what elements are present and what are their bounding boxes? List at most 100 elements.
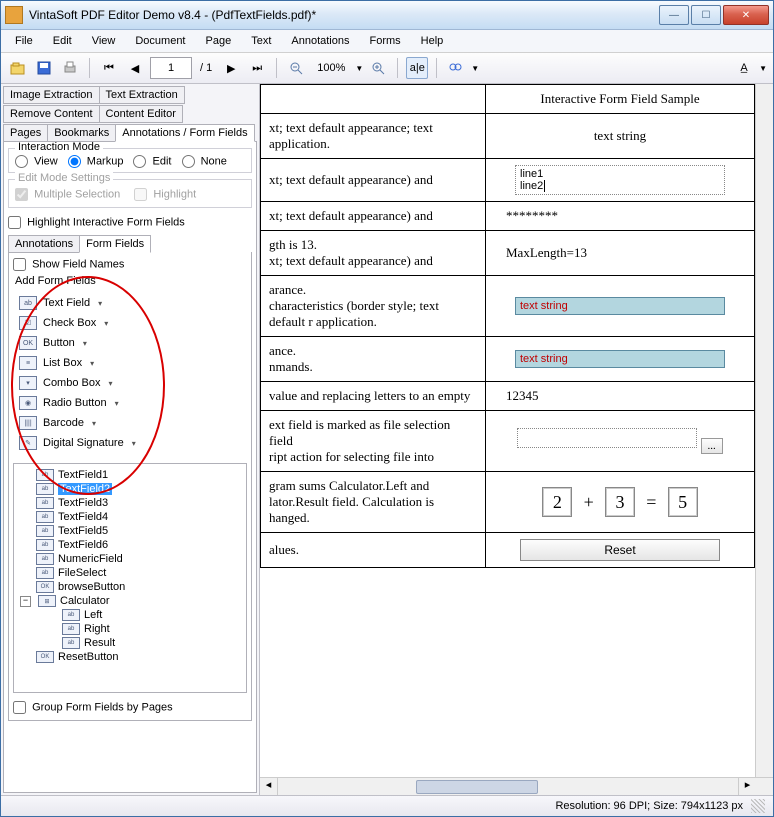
zoom-value[interactable]: 100% [311, 62, 351, 74]
ff-digital-signature[interactable]: ✎Digital Signature▾ [15, 433, 245, 453]
save-icon[interactable] [33, 57, 55, 79]
minimize-button[interactable]: — [659, 5, 689, 25]
menu-page[interactable]: Page [198, 33, 240, 49]
menu-annotations[interactable]: Annotations [283, 33, 357, 49]
tree-fileselect[interactable]: abFileSelect [16, 566, 244, 580]
chk-highlight: Highlight [134, 188, 196, 201]
prev-page-icon[interactable]: ◀ [124, 57, 146, 79]
calc-result: 5 [668, 487, 698, 517]
tree-resetbutton[interactable]: OKResetButton [16, 650, 244, 664]
calc-left[interactable]: 2 [542, 487, 572, 517]
interaction-mode-group: Interaction Mode View Markup Edit None [8, 148, 252, 173]
print-icon[interactable] [59, 57, 81, 79]
page-count: / 1 [196, 62, 216, 74]
menu-file[interactable]: File [7, 33, 41, 49]
tree-textfield3[interactable]: abTextField3 [16, 496, 244, 510]
tab-bookmarks[interactable]: Bookmarks [47, 124, 116, 142]
col-sample-header: Interactive Form Field Sample [486, 85, 755, 114]
tab-text-extraction[interactable]: Text Extraction [99, 86, 185, 104]
menu-document[interactable]: Document [127, 33, 193, 49]
col-desc-header [261, 85, 486, 114]
equals-icon: = [638, 492, 664, 512]
ff-check-box[interactable]: ☑Check Box▾ [15, 313, 245, 333]
page-number-input[interactable] [150, 57, 192, 79]
password-sample: ******** [486, 202, 755, 231]
ff-barcode[interactable]: ||||Barcode▾ [15, 413, 245, 433]
menubar: File Edit View Document Page Text Annota… [1, 30, 773, 53]
tree-calculator[interactable]: −⊞Calculator [16, 594, 244, 608]
ff-button[interactable]: OKButton▾ [15, 333, 245, 353]
browse-button[interactable]: ... [701, 438, 723, 454]
menu-edit[interactable]: Edit [45, 33, 80, 49]
edit-mode-group: Edit Mode Settings Multiple Selection Hi… [8, 179, 252, 208]
tab-content-editor[interactable]: Content Editor [99, 105, 183, 123]
ff-radio-button[interactable]: ◉Radio Button▾ [15, 393, 245, 413]
chk-show-field-names[interactable]: Show Field Names [13, 258, 124, 271]
menu-forms[interactable]: Forms [362, 33, 409, 49]
ff-combo-box[interactable]: ▾Combo Box▾ [15, 373, 245, 393]
ff-list-box[interactable]: ≡List Box▾ [15, 353, 245, 373]
toolbar: ⏮ ◀ / 1 ▶ ⏭ 100%▼ a|e ▼ A̲▼ [1, 53, 773, 84]
radio-view[interactable]: View [15, 155, 58, 168]
first-page-icon[interactable]: ⏮ [98, 57, 120, 79]
close-button[interactable]: ✕ [723, 5, 769, 25]
next-page-icon[interactable]: ▶ [220, 57, 242, 79]
tree-browsebutton[interactable]: OKbrowseButton [16, 580, 244, 594]
radio-markup[interactable]: Markup [68, 155, 124, 168]
chk-multiple-selection: Multiple Selection [15, 188, 120, 201]
subtab-annotations[interactable]: Annotations [8, 235, 80, 253]
tree-textfield5[interactable]: abTextField5 [16, 524, 244, 538]
tree-left[interactable]: abLeft [16, 608, 244, 622]
statusbar: Resolution: 96 DPI; Size: 794x1123 px [1, 795, 773, 816]
subtab-form-fields[interactable]: Form Fields [79, 235, 151, 253]
styled-text-field-1[interactable]: text string [515, 297, 725, 315]
field-tree[interactable]: abTextField1 abTextField2 abTextField3 a… [13, 463, 247, 693]
tab-remove-content[interactable]: Remove Content [3, 105, 100, 123]
vertical-scrollbar[interactable] [755, 84, 773, 777]
plus-icon: + [576, 492, 602, 512]
multiline-text-field[interactable]: line1line2 [515, 165, 725, 195]
resize-grip[interactable] [751, 799, 765, 813]
maximize-button[interactable]: ☐ [691, 5, 721, 25]
radio-none[interactable]: None [182, 155, 227, 168]
collapse-icon[interactable]: − [20, 596, 31, 607]
menu-text[interactable]: Text [243, 33, 279, 49]
radio-edit[interactable]: Edit [133, 155, 171, 168]
open-icon[interactable] [7, 57, 29, 79]
tab-image-extraction[interactable]: Image Extraction [3, 86, 100, 104]
menu-view[interactable]: View [84, 33, 124, 49]
tab-pages[interactable]: Pages [3, 124, 48, 142]
tab-annotations-form-fields[interactable]: Annotations / Form Fields [115, 124, 254, 142]
document-view[interactable]: Interactive Form Field Sample xt; text d… [260, 84, 755, 777]
tree-textfield4[interactable]: abTextField4 [16, 510, 244, 524]
tree-numericfield[interactable]: abNumericField [16, 552, 244, 566]
zoom-out-icon[interactable] [285, 57, 307, 79]
tree-textfield6[interactable]: abTextField6 [16, 538, 244, 552]
app-icon [5, 6, 23, 24]
last-page-icon[interactable]: ⏭ [246, 57, 268, 79]
text-select-tool-icon[interactable]: a|e [406, 57, 428, 79]
titlebar: VintaSoft PDF Editor Demo v8.4 - (PdfTex… [1, 1, 773, 30]
file-select-field[interactable] [517, 428, 697, 448]
tree-result[interactable]: abResult [16, 636, 244, 650]
tree-textfield2[interactable]: abTextField2 [16, 482, 244, 496]
status-text: Resolution: 96 DPI; Size: 794x1123 px [555, 800, 743, 812]
calc-right[interactable]: 3 [605, 487, 635, 517]
chk-group-by-pages[interactable]: Group Form Fields by Pages [13, 701, 173, 714]
left-panel: Image Extraction Text Extraction Remove … [1, 84, 260, 795]
chk-highlight-iff[interactable]: Highlight Interactive Form Fields [8, 216, 185, 229]
find-icon[interactable] [445, 57, 467, 79]
horizontal-scrollbar[interactable]: ◂ ▸ [260, 777, 773, 795]
window-title: VintaSoft PDF Editor Demo v8.4 - (PdfTex… [29, 8, 659, 22]
tool-a-icon[interactable]: A̲ [733, 57, 755, 79]
ff-text-field[interactable]: abText Field▾ [15, 293, 245, 313]
styled-text-field-2[interactable]: text string [515, 350, 725, 368]
tree-textfield1[interactable]: abTextField1 [16, 468, 244, 482]
add-form-fields-label: Add Form Fields [13, 273, 247, 289]
zoom-in-icon[interactable] [367, 57, 389, 79]
numeric-sample: 12345 [486, 382, 755, 411]
sample-text-string: text string [486, 114, 755, 159]
reset-button[interactable]: Reset [520, 539, 720, 561]
menu-help[interactable]: Help [413, 33, 452, 49]
tree-right[interactable]: abRight [16, 622, 244, 636]
